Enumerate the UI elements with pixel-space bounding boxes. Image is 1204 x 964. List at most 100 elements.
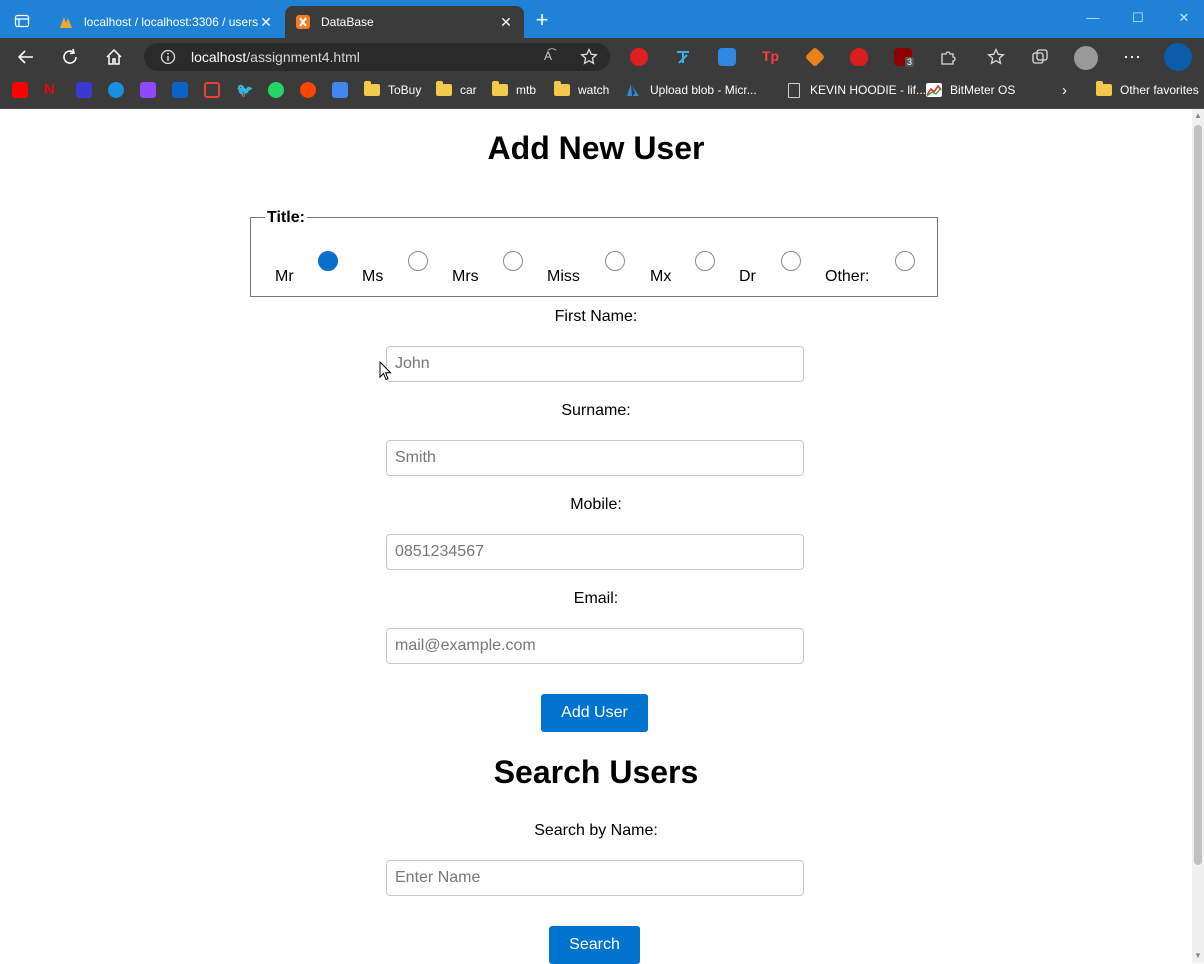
first-name-input[interactable]: [386, 346, 804, 382]
document-icon: [788, 82, 800, 98]
email-input[interactable]: [386, 628, 804, 664]
collections-icon[interactable]: [1028, 46, 1052, 68]
address-bar[interactable]: localhost/assignment4.html A͡: [144, 43, 610, 71]
extension-red-icon[interactable]: [630, 48, 648, 66]
extensions-puzzle-icon[interactable]: [936, 46, 960, 68]
google-sheets-icon[interactable]: [332, 82, 348, 98]
title-radio-mr[interactable]: [318, 251, 338, 271]
azure-icon: [627, 84, 639, 96]
netflix-icon[interactable]: N: [44, 82, 60, 98]
extension-tp-icon[interactable]: Tp: [762, 48, 780, 66]
bookmark-mtb[interactable]: mtb: [492, 81, 536, 99]
bitmeter-icon: [926, 83, 942, 97]
home-icon[interactable]: [102, 46, 126, 68]
title-radio-mrs[interactable]: [503, 251, 523, 271]
mobile-label: Mobile:: [570, 496, 622, 513]
mobile-input[interactable]: [386, 534, 804, 570]
bookmark-other-favorites[interactable]: Other favorites: [1096, 81, 1199, 99]
surname-input[interactable]: [386, 440, 804, 476]
add-user-heading: Add New User: [487, 130, 705, 166]
add-favorite-icon[interactable]: [580, 48, 598, 66]
title-option-label-mrs: Mrs: [452, 268, 479, 285]
maximize-icon[interactable]: ☐: [1128, 10, 1148, 28]
bookmark-upload-blob[interactable]: Upload blob - Micr...: [626, 81, 757, 99]
browser-toolbar: localhost/assignment4.html A͡ Tp 3 ⋯: [0, 38, 1204, 76]
email-label: Email:: [573, 590, 619, 607]
title-radio-mx[interactable]: [695, 251, 715, 271]
tab-phpmyadmin[interactable]: localhost / localhost:3306 / users ✕: [48, 6, 284, 38]
scroll-down-icon[interactable]: ▼: [1194, 952, 1202, 960]
folder-icon: [492, 81, 508, 96]
refresh-icon[interactable]: [58, 46, 82, 68]
mouse-cursor-icon: [379, 361, 392, 381]
ublock-icon[interactable]: 3: [894, 48, 915, 67]
twitter-icon[interactable]: 🐦: [236, 82, 253, 98]
tab-title: localhost / localhost:3306 / users: [84, 15, 258, 29]
first-name-label: First Name:: [554, 308, 638, 325]
tab-title: DataBase: [321, 15, 374, 29]
bookmark-tobuy[interactable]: ToBuy: [364, 81, 421, 99]
title-radio-other[interactable]: [895, 251, 915, 271]
extension-badge: 3: [905, 57, 915, 67]
minimize-icon[interactable]: —: [1083, 10, 1103, 28]
more-options-icon[interactable]: ⋯: [1120, 46, 1144, 68]
search-by-name-label: Search by Name:: [534, 822, 658, 839]
extension-translate-icon[interactable]: [674, 48, 692, 66]
read-aloud-icon[interactable]: A͡: [544, 49, 562, 65]
title-option-label-dr: Dr: [739, 268, 756, 285]
profile-avatar[interactable]: [1074, 46, 1098, 70]
surname-label: Surname:: [561, 402, 631, 419]
gmail-icon[interactable]: [204, 82, 220, 98]
bing-copilot-icon[interactable]: [1164, 43, 1192, 71]
site-info-icon[interactable]: [160, 49, 176, 65]
tab-actions-icon[interactable]: [8, 9, 36, 33]
search-name-input[interactable]: [386, 860, 804, 896]
bookmark-play-icon[interactable]: [108, 82, 124, 98]
title-legend: Title:: [265, 209, 307, 227]
outlook-icon[interactable]: [172, 82, 188, 98]
title-radio-dr[interactable]: [781, 251, 801, 271]
folder-icon: [364, 81, 380, 96]
extension-screen-icon[interactable]: [718, 48, 736, 66]
bookmark-bitmeter[interactable]: BitMeter OS: [926, 81, 1015, 99]
url-text[interactable]: localhost/assignment4.html: [191, 49, 360, 65]
title-option-label-other: Other:: [825, 268, 870, 285]
bookmark-blue-icon[interactable]: [76, 82, 92, 98]
folder-icon: [1096, 81, 1112, 96]
title-option-label-mx: Mx: [650, 268, 672, 285]
search-users-heading: Search Users: [493, 754, 699, 790]
whatsapp-icon[interactable]: [268, 82, 284, 98]
scrollbar-thumb[interactable]: [1194, 125, 1202, 865]
add-user-button[interactable]: Add User: [541, 694, 648, 732]
back-icon[interactable]: [14, 46, 38, 68]
window-close-icon[interactable]: ✕: [1174, 10, 1194, 28]
title-radio-ms[interactable]: [408, 251, 428, 271]
phpmyadmin-icon: [60, 17, 72, 28]
folder-icon: [554, 81, 570, 96]
extension-hand-icon[interactable]: [850, 48, 868, 66]
page-content: Add New User Title: Mr Ms Mrs Miss Mx Dr…: [0, 109, 1192, 964]
title-option-label-ms: Ms: [362, 268, 384, 285]
reddit-icon[interactable]: [300, 82, 316, 98]
tab-strip: localhost / localhost:3306 / users ✕ Dat…: [0, 0, 1204, 38]
search-button[interactable]: Search: [549, 926, 640, 964]
tab-database[interactable]: DataBase ✕: [285, 6, 524, 38]
youtube-icon[interactable]: [12, 82, 28, 98]
bookmark-kevin-hoodie[interactable]: KEVIN HOODIE - lif...: [788, 81, 926, 99]
new-tab-icon[interactable]: +: [530, 9, 554, 33]
bookmark-car[interactable]: car: [436, 81, 477, 99]
page-scrollbar[interactable]: ▲ ▼: [1192, 109, 1204, 963]
twitch-icon[interactable]: [140, 82, 156, 98]
title-option-label-miss: Miss: [547, 268, 580, 285]
title-fieldset: Title: Mr Ms Mrs Miss Mx Dr Other:: [250, 209, 938, 297]
title-radio-miss[interactable]: [605, 251, 625, 271]
chevron-right-icon[interactable]: ›: [1062, 81, 1067, 99]
xampp-icon: [296, 15, 310, 29]
metamask-icon[interactable]: [804, 46, 826, 68]
close-icon[interactable]: ✕: [258, 14, 274, 30]
scroll-up-icon[interactable]: ▲: [1194, 112, 1202, 120]
close-icon[interactable]: ✕: [498, 14, 514, 30]
favorites-icon[interactable]: [984, 46, 1008, 68]
title-option-label-mr: Mr: [275, 268, 294, 285]
bookmark-watch[interactable]: watch: [554, 81, 609, 99]
